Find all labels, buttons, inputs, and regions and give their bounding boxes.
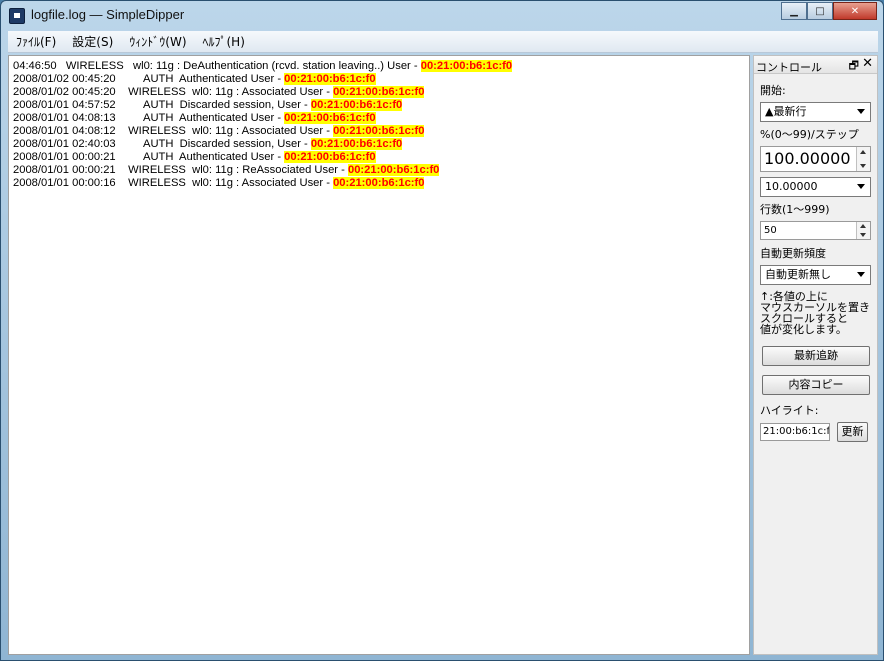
refresh-select-value: 自動更新無し	[765, 268, 831, 281]
log-line: 2008/01/02 00:45:20 AUTH Authenticated U…	[13, 73, 376, 86]
window-title: logfile.log — SimpleDipper	[31, 7, 185, 22]
chevron-down-icon	[857, 184, 865, 189]
stepper-buttons[interactable]	[856, 147, 870, 171]
log-line: 2008/01/01 00:00:21 AUTH Authenticated U…	[13, 151, 376, 164]
stepper-buttons[interactable]	[856, 222, 870, 239]
log-text: 2008/01/02 00:45:20 WIRELESS wl0: 11g : …	[13, 86, 334, 98]
panel-title: コントロール	[756, 61, 822, 74]
float-icon[interactable]: 🗗	[849, 57, 859, 76]
highlight-input[interactable]: 21:00:b6:1c:f0	[760, 423, 830, 441]
close-button[interactable]: ✕	[833, 2, 877, 20]
log-highlight: 00:21:00:b6:1c:f0	[347, 164, 440, 176]
update-button[interactable]: 更新	[837, 422, 868, 442]
log-text: 2008/01/02 00:45:20 AUTH Authenticated U…	[13, 73, 285, 85]
log-highlight: 00:21:00:b6:1c:f0	[284, 73, 376, 85]
chevron-down-icon	[857, 272, 865, 277]
app-icon	[9, 8, 25, 24]
log-line: 2008/01/01 00:00:21 WIRELESS wl0: 11g : …	[13, 164, 440, 177]
help-note: ↑:各値の上に マウスカーソルを置き スクロールすると 値が変化します。	[760, 290, 870, 336]
start-select[interactable]: ▲最新行	[760, 102, 871, 122]
menu-bar: ﾌｧｲﾙ(F) 設定(S) ｳｨﾝﾄﾞｳ(W) ﾍﾙﾌﾟ(H)	[8, 31, 878, 53]
control-panel: コントロール 🗗 ✕ 開始: ▲最新行 %(0〜99)/ステップ 100.000…	[753, 55, 878, 655]
percent-value: 100.00000	[764, 149, 851, 168]
log-line: 2008/01/01 00:00:16 WIRELESS wl0: 11g : …	[13, 177, 425, 190]
app-window: logfile.log — SimpleDipper ▁ □ ✕ ﾌｧｲﾙ(F)…	[0, 0, 884, 661]
log-line: 2008/01/02 00:45:20 WIRELESS wl0: 11g : …	[13, 86, 425, 99]
log-highlight: 00:21:00:b6:1c:f0	[284, 112, 376, 124]
menu-window[interactable]: ｳｨﾝﾄﾞｳ(W)	[121, 33, 194, 50]
step-label: %(0〜99)/ステップ	[760, 128, 859, 141]
window-controls: ▁ □ ✕	[781, 2, 877, 22]
log-highlight: 00:21:00:b6:1c:f0	[333, 86, 425, 98]
log-highlight: 00:21:00:b6:1c:f0	[310, 138, 403, 150]
rows-stepper[interactable]: 50	[760, 221, 871, 240]
log-text: 2008/01/01 00:00:21 AUTH Authenticated U…	[13, 151, 285, 163]
start-label: 開始:	[760, 84, 786, 97]
log-text: 2008/01/01 00:00:16 WIRELESS wl0: 11g : …	[13, 177, 334, 189]
down-arrow-icon[interactable]	[860, 164, 866, 168]
log-line: 2008/01/01 02:40:03 AUTH Discarded sessi…	[13, 138, 403, 151]
menu-settings[interactable]: 設定(S)	[64, 33, 121, 50]
menu-file[interactable]: ﾌｧｲﾙ(F)	[8, 33, 64, 50]
rows-label: 行数(1〜999)	[760, 203, 830, 216]
refresh-label: 自動更新頻度	[760, 247, 826, 260]
log-highlight: 00:21:00:b6:1c:f0	[333, 177, 425, 189]
log-text: 2008/01/01 04:08:13 AUTH Authenticated U…	[13, 112, 285, 124]
up-arrow-icon[interactable]	[860, 224, 866, 228]
chevron-down-icon	[857, 109, 865, 114]
menu-help[interactable]: ﾍﾙﾌﾟ(H)	[195, 33, 253, 50]
log-highlight: 00:21:00:b6:1c:f0	[284, 151, 376, 163]
log-text: 2008/01/01 04:08:12 WIRELESS wl0: 11g : …	[13, 125, 334, 137]
log-text: 2008/01/01 00:00:21 WIRELESS wl0: 11g : …	[13, 164, 348, 176]
down-arrow-icon[interactable]	[860, 233, 866, 237]
log-line: 2008/01/01 04:08:12 WIRELESS wl0: 11g : …	[13, 125, 425, 138]
minimize-button[interactable]: ▁	[781, 2, 807, 20]
panel-close-icon[interactable]: ✕	[862, 56, 873, 71]
refresh-select[interactable]: 自動更新無し	[760, 265, 871, 285]
log-line: 04:46:50 WIRELESS wl0: 11g : DeAuthentic…	[13, 60, 513, 73]
rows-value: 50	[764, 225, 777, 236]
log-highlight: 00:21:00:b6:1c:f0	[333, 125, 425, 137]
title-bar[interactable]: logfile.log — SimpleDipper ▁ □ ✕	[1, 1, 883, 31]
step-select[interactable]: 10.00000	[760, 177, 871, 197]
follow-latest-button[interactable]: 最新追跡	[762, 346, 870, 366]
highlight-label: ハイライト:	[760, 404, 819, 417]
copy-content-button[interactable]: 内容コピー	[762, 375, 870, 395]
log-line: 2008/01/01 04:08:13 AUTH Authenticated U…	[13, 112, 376, 125]
log-view[interactable]: 04:46:50 WIRELESS wl0: 11g : DeAuthentic…	[8, 55, 750, 655]
up-arrow-icon[interactable]	[860, 150, 866, 154]
log-text: 04:46:50 WIRELESS wl0: 11g : DeAuthentic…	[13, 60, 421, 72]
panel-header: コントロール 🗗 ✕	[754, 56, 877, 74]
log-text: 2008/01/01 02:40:03 AUTH Discarded sessi…	[13, 138, 311, 150]
log-text: 2008/01/01 04:57:52 AUTH Discarded sessi…	[13, 99, 311, 111]
log-highlight: 00:21:00:b6:1c:f0	[310, 99, 403, 111]
percent-stepper[interactable]: 100.00000	[760, 146, 871, 172]
log-line: 2008/01/01 04:57:52 AUTH Discarded sessi…	[13, 99, 403, 112]
start-select-value: ▲最新行	[765, 105, 807, 118]
maximize-button[interactable]: □	[807, 2, 833, 20]
log-highlight: 00:21:00:b6:1c:f0	[420, 60, 513, 72]
step-select-value: 10.00000	[765, 180, 818, 193]
